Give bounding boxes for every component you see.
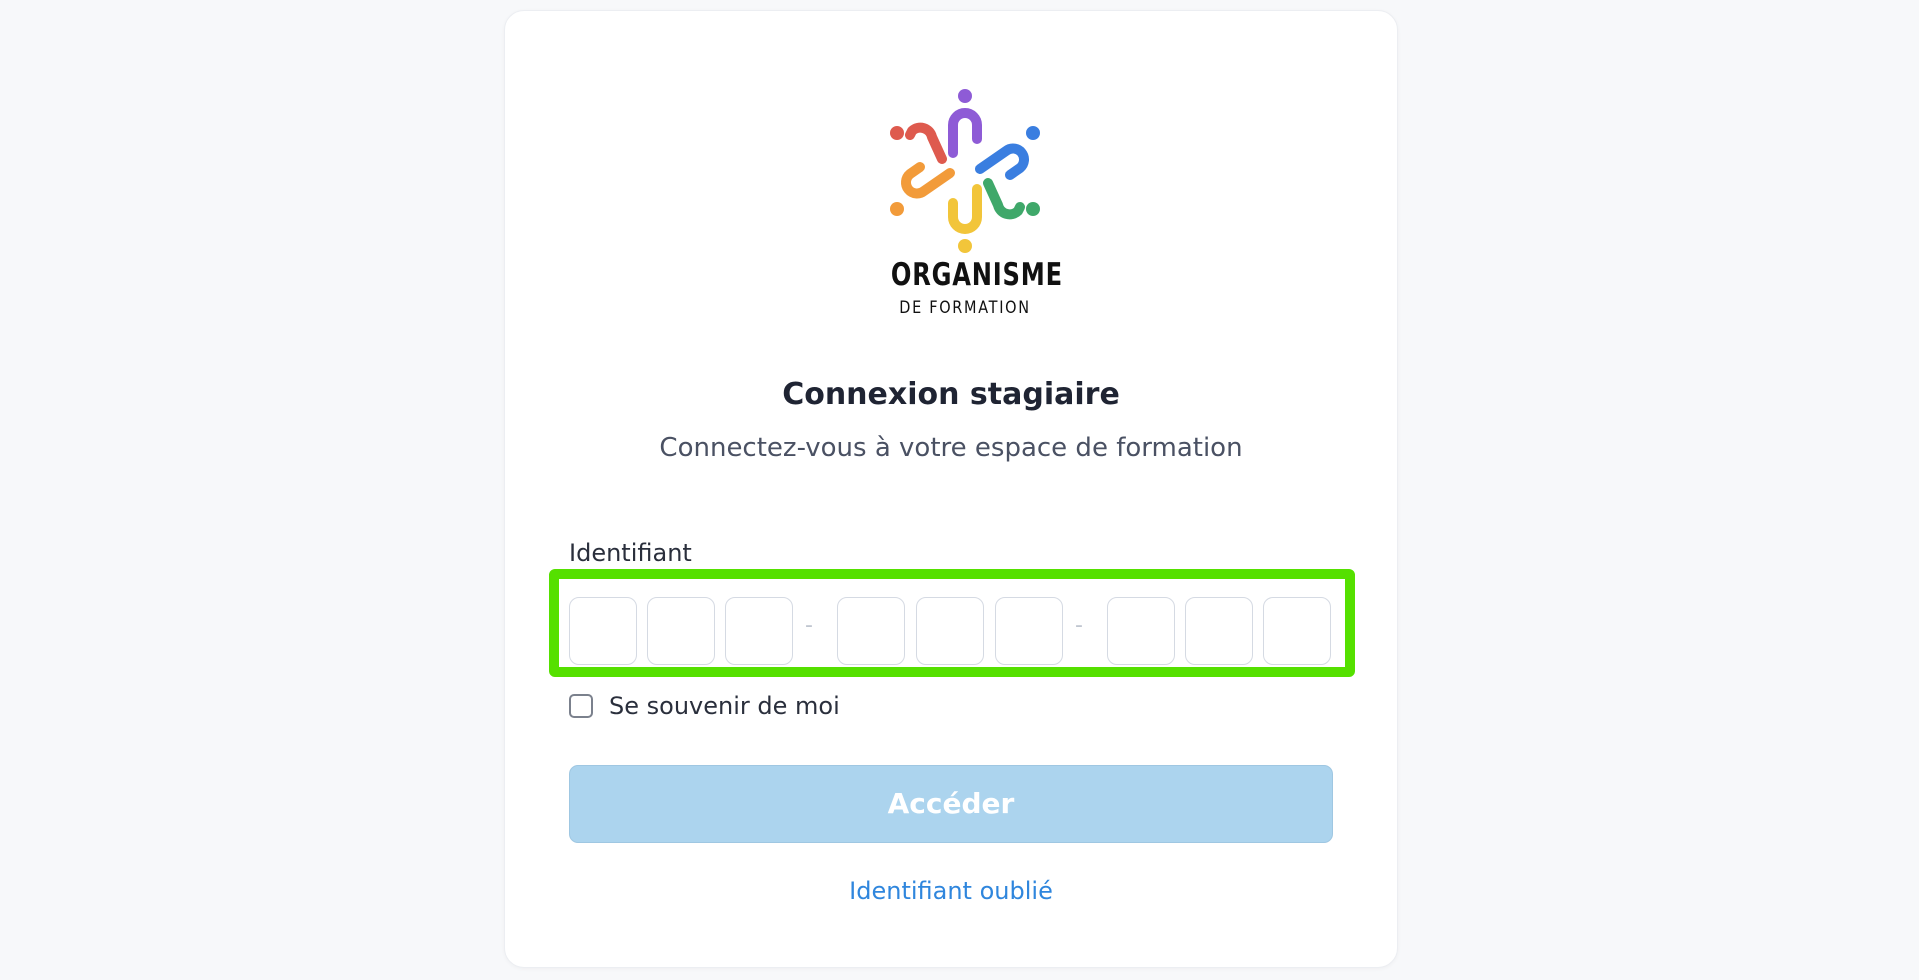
logo-title: ORGANISME (890, 257, 1063, 293)
identifier-code-input-group: - - (549, 569, 1355, 677)
identifier-digit-7[interactable] (1107, 597, 1175, 665)
identifier-digit-9[interactable] (1263, 597, 1331, 665)
page-subtitle: Connectez-vous à votre espace de formati… (659, 433, 1243, 463)
identifier-separator: - (805, 613, 813, 638)
page-title: Connexion stagiaire (782, 377, 1120, 412)
remember-me-checkbox[interactable] (569, 694, 593, 718)
identifier-digit-1[interactable] (569, 597, 637, 665)
organisme-logo: ORGANISME DE FORMATION (870, 73, 1063, 343)
forgot-identifier-link[interactable]: Identifiant oublié (505, 877, 1397, 905)
logo-people-icon (890, 89, 1040, 253)
identifier-digit-6[interactable] (995, 597, 1063, 665)
login-card: ORGANISME DE FORMATION Connexion stagiai… (504, 10, 1398, 968)
logo-subtitle: DE FORMATION (899, 298, 1031, 318)
remember-me-row[interactable]: Se souvenir de moi (569, 692, 840, 720)
identifier-digit-2[interactable] (647, 597, 715, 665)
identifier-digit-4[interactable] (837, 597, 905, 665)
remember-me-label[interactable]: Se souvenir de moi (609, 692, 840, 720)
identifier-label: Identifiant (569, 539, 692, 567)
access-button[interactable]: Accéder (569, 765, 1333, 843)
login-page: ORGANISME DE FORMATION Connexion stagiai… (0, 0, 1919, 980)
identifier-digit-5[interactable] (916, 597, 984, 665)
identifier-digit-8[interactable] (1185, 597, 1253, 665)
identifier-separator: - (1075, 613, 1083, 638)
identifier-digit-3[interactable] (725, 597, 793, 665)
